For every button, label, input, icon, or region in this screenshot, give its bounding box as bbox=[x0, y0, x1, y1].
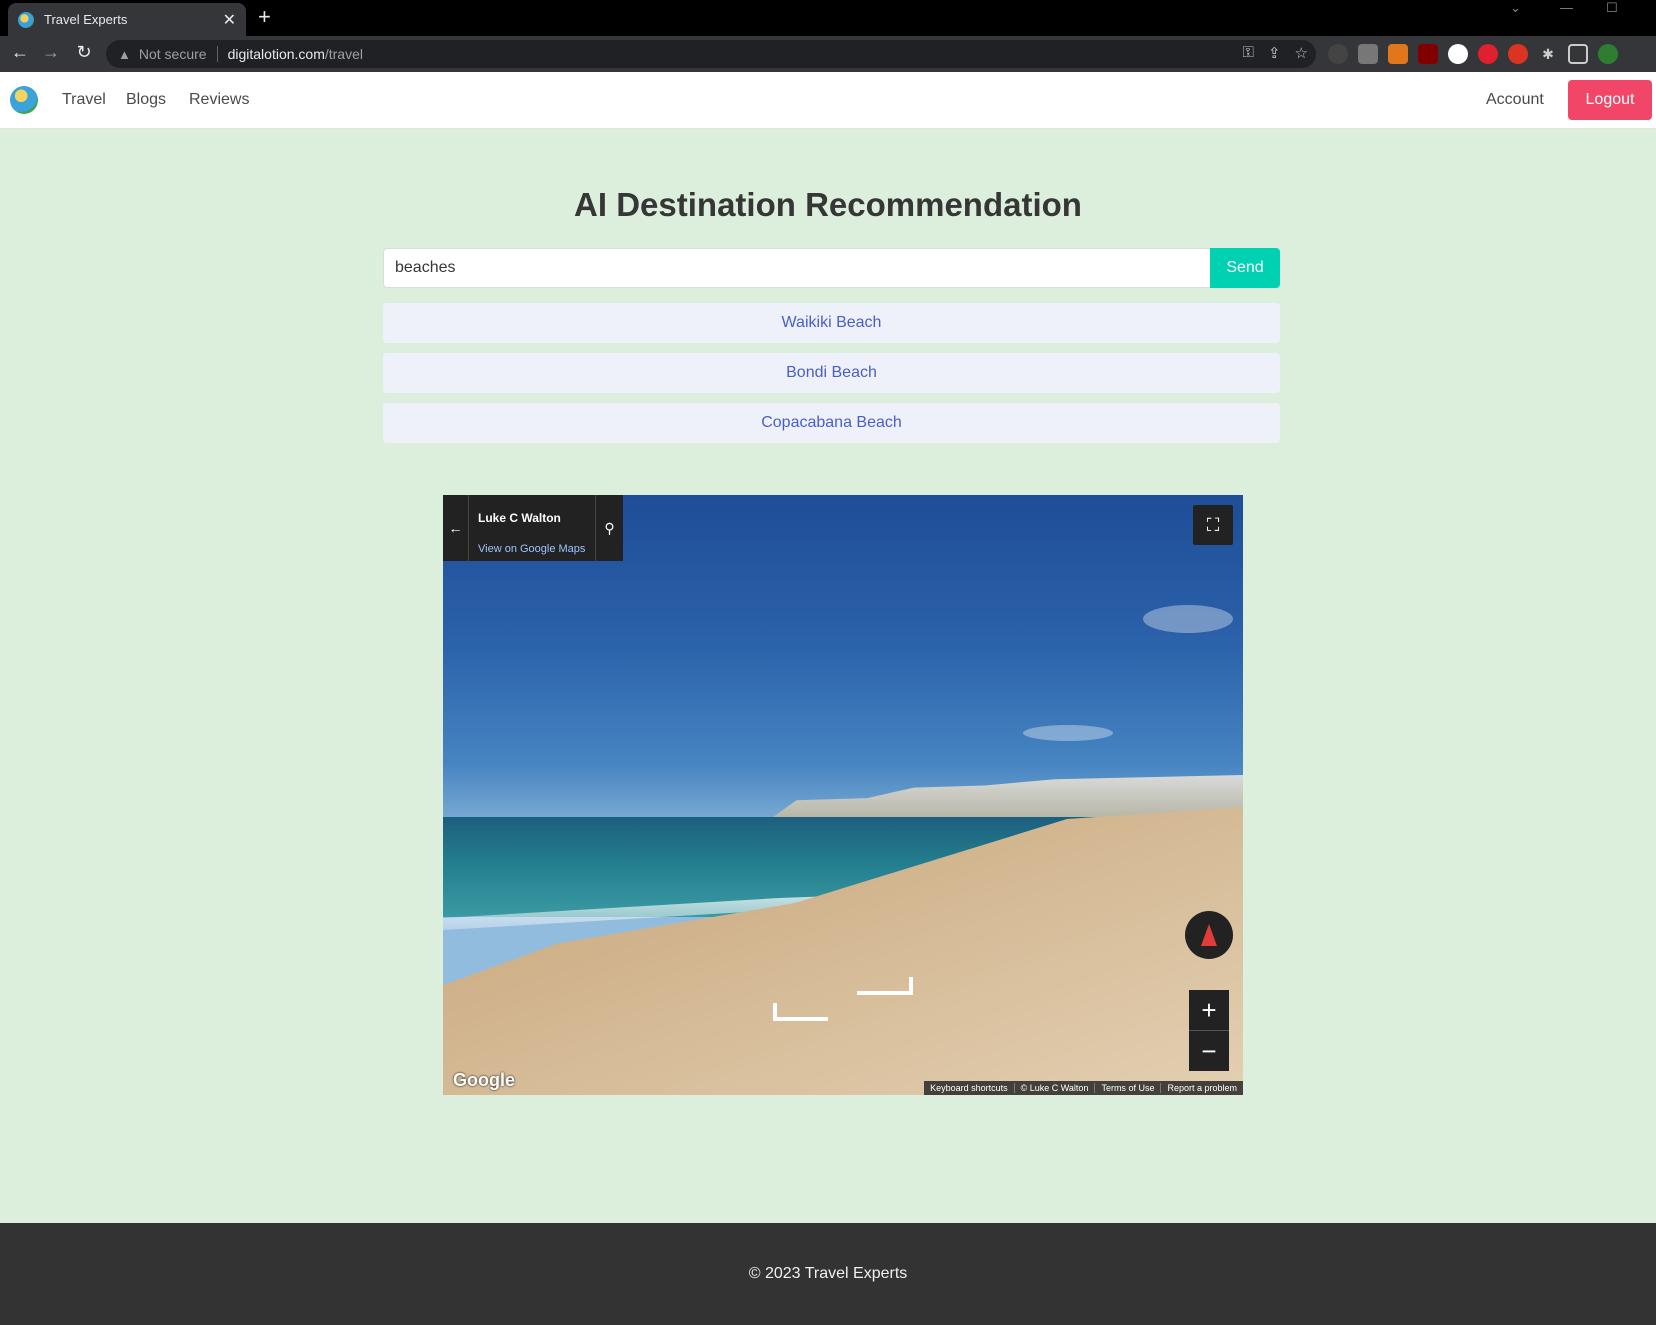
photographer-name[interactable]: Luke C Walton bbox=[478, 511, 561, 525]
warning-icon[interactable]: ▲ bbox=[118, 47, 131, 62]
address-bar[interactable]: ▲ Not secure digitalotion.com /travel ⚿ … bbox=[106, 40, 1316, 68]
account-link[interactable]: Account bbox=[1486, 91, 1544, 109]
divider bbox=[216, 46, 218, 62]
reload-icon[interactable]: ↻ bbox=[72, 42, 96, 63]
send-button[interactable]: Send bbox=[1210, 248, 1280, 288]
star-icon[interactable]: ☆ bbox=[1295, 44, 1308, 62]
result-item[interactable]: Bondi Beach bbox=[383, 353, 1280, 393]
map-pin-icon[interactable]: ⚲ bbox=[595, 495, 623, 561]
compass-icon[interactable] bbox=[1185, 911, 1233, 959]
result-item[interactable]: Waikiki Beach bbox=[383, 303, 1280, 343]
site-footer: © 2023 Travel Experts bbox=[0, 1223, 1656, 1325]
compass-needle bbox=[1201, 924, 1217, 946]
nav-link-reviews[interactable]: Reviews bbox=[189, 91, 249, 109]
extensions-icon[interactable]: ✱ bbox=[1538, 44, 1558, 64]
browser-tabbar: Travel Experts ✕ + ⌄ — ☐ bbox=[0, 0, 1656, 36]
browser-toolbar: ← → ↻ ▲ Not secure digitalotion.com /tra… bbox=[0, 36, 1656, 72]
new-tab-icon[interactable]: + bbox=[258, 4, 271, 30]
zoom-control: + − bbox=[1189, 990, 1229, 1071]
maximize-icon[interactable]: ☐ bbox=[1606, 0, 1618, 16]
cloud bbox=[1023, 725, 1113, 741]
keyboard-shortcuts-link[interactable]: Keyboard shortcuts bbox=[924, 1083, 1014, 1093]
page-title: AI Destination Recommendation bbox=[574, 186, 1082, 223]
site-navbar: Travel Blogs Reviews Account Logout bbox=[0, 72, 1656, 129]
adblock-icon[interactable] bbox=[1508, 44, 1528, 64]
footer-copyright: © 2023 Travel Experts bbox=[748, 1265, 908, 1282]
adblock-plus-icon[interactable] bbox=[1478, 44, 1498, 64]
navigation-arrow-icon[interactable] bbox=[773, 1003, 828, 1021]
browser-tab[interactable]: Travel Experts ✕ bbox=[8, 3, 246, 36]
sidepanel-icon[interactable] bbox=[1568, 44, 1588, 64]
logout-button[interactable]: Logout bbox=[1568, 80, 1652, 120]
back-icon[interactable]: ← bbox=[8, 42, 32, 63]
view-on-google-maps-link[interactable]: View on Google Maps bbox=[478, 543, 585, 555]
globe-icon bbox=[18, 11, 34, 28]
google-logo: Google bbox=[453, 1070, 515, 1090]
extensions-bar: ✱ bbox=[1328, 44, 1618, 64]
nav-link-travel[interactable]: Travel bbox=[62, 91, 106, 109]
url-host: digitalotion.com bbox=[227, 46, 325, 62]
ublock-icon[interactable] bbox=[1418, 44, 1438, 64]
forward-icon[interactable]: → bbox=[39, 42, 63, 63]
minimize-icon[interactable]: — bbox=[1560, 0, 1573, 16]
terms-of-use-link[interactable]: Terms of Use bbox=[1094, 1083, 1160, 1093]
key-icon[interactable]: ⚿ bbox=[1243, 44, 1254, 62]
tab-title: Travel Experts bbox=[44, 12, 128, 27]
street-view-info-panel: ← Luke C Walton View on Google Maps ⚲ bbox=[443, 495, 623, 561]
extension-icon[interactable] bbox=[1358, 44, 1378, 64]
close-tab-icon[interactable]: ✕ bbox=[223, 10, 236, 30]
extension-icon[interactable] bbox=[1448, 44, 1468, 64]
street-view-embed[interactable]: ← Luke C Walton View on Google Maps ⚲ ⛶ … bbox=[443, 495, 1243, 1095]
cloud bbox=[1143, 605, 1233, 633]
url-path: /travel bbox=[324, 46, 363, 62]
globe-logo-icon[interactable] bbox=[10, 86, 38, 114]
security-label[interactable]: Not secure bbox=[139, 46, 207, 62]
fullscreen-icon[interactable]: ⛶ bbox=[1193, 505, 1233, 545]
copyright-text: © Luke C Walton bbox=[1013, 1083, 1095, 1093]
extension-icon[interactable] bbox=[1328, 44, 1348, 64]
zoom-out-button[interactable]: − bbox=[1189, 1031, 1229, 1071]
search-input[interactable]: beaches bbox=[383, 248, 1211, 288]
street-view-footer: Keyboard shortcuts © Luke C Walton Terms… bbox=[924, 1081, 1243, 1095]
tab-search-icon[interactable]: ⌄ bbox=[1510, 0, 1521, 16]
navigation-arrow-icon[interactable] bbox=[857, 977, 913, 995]
share-icon[interactable]: ⇪ bbox=[1268, 44, 1281, 62]
omnibox-actions: ⚿ ⇪ ☆ bbox=[1243, 44, 1308, 62]
result-item[interactable]: Copacabana Beach bbox=[383, 403, 1280, 443]
profile-icon[interactable] bbox=[1598, 44, 1618, 64]
nav-link-blogs[interactable]: Blogs bbox=[126, 91, 166, 109]
town-skyline bbox=[773, 775, 1243, 817]
report-problem-link[interactable]: Report a problem bbox=[1160, 1083, 1243, 1093]
zoom-in-button[interactable]: + bbox=[1189, 990, 1229, 1030]
back-arrow-icon[interactable]: ← bbox=[443, 495, 469, 561]
metamask-icon[interactable] bbox=[1388, 44, 1408, 64]
